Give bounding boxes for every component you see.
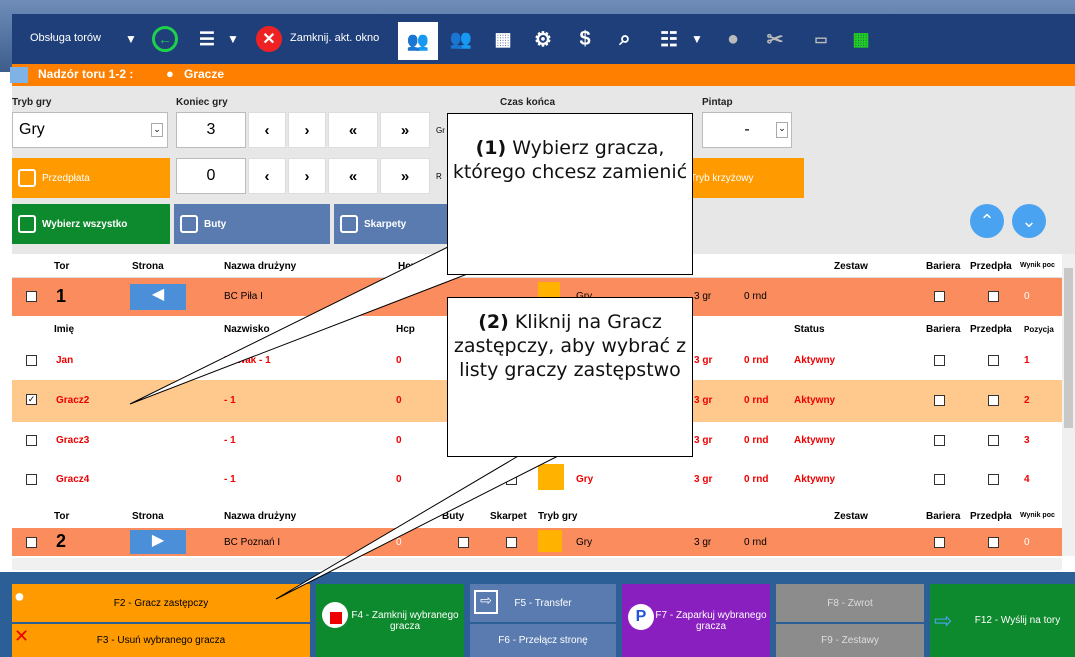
callout-1: (1) Wybierz gracza, którego chcesz zamie… [447,113,693,275]
callout-2-number: (2) [478,311,509,333]
callout-2-pointer [275,454,561,600]
callout-1-pointer [129,244,471,405]
callout-2: (2) Kliknij na Gracz zastępczy, aby wybr… [447,297,693,457]
callout-1-number: (1) [475,137,507,159]
